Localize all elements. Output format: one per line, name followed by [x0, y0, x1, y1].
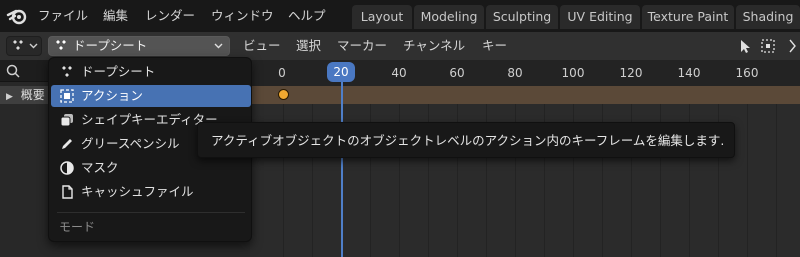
- dopesheet-icon: [56, 40, 66, 50]
- ruler-tick: 140: [677, 66, 701, 80]
- tooltip: アクティブオブジェクトのオブジェクトレベルのアクション内のキーフレームを編集しま…: [197, 122, 735, 158]
- ruler-tick: 80: [507, 66, 523, 80]
- grid-line: [515, 86, 516, 257]
- lasso-select-icon[interactable]: [782, 38, 798, 54]
- tab-layout[interactable]: Layout: [352, 5, 412, 29]
- summary-label: 概要: [20, 88, 45, 102]
- action-icon: [60, 89, 74, 103]
- grid-line: [544, 86, 545, 257]
- keyframe-marker[interactable]: [278, 89, 289, 100]
- shapekey-icon: [60, 114, 73, 127]
- channel-search-field[interactable]: [0, 60, 50, 82]
- dropdown-item-dopesheet[interactable]: ドープシート: [51, 61, 251, 83]
- dopesheet-icon: [62, 66, 72, 77]
- grid-line: [399, 86, 400, 257]
- dropdown-item-label: アクション: [81, 88, 143, 103]
- summary-track: [250, 86, 800, 104]
- grid-line: [283, 86, 284, 257]
- tab-texture-paint[interactable]: Texture Paint: [642, 5, 734, 29]
- top-bar: ファイル 編集 レンダー ウィンドウ ヘルプ Layout Modeling S…: [0, 0, 800, 32]
- tab-shading[interactable]: Shading: [736, 5, 800, 29]
- current-frame-badge[interactable]: 20: [327, 62, 355, 82]
- menu-help[interactable]: ヘルプ: [288, 0, 326, 32]
- mask-icon: [60, 161, 74, 175]
- select-cursor-icon[interactable]: [737, 38, 753, 54]
- grid-line: [428, 86, 429, 257]
- menu-file[interactable]: ファイル: [38, 0, 88, 32]
- ruler-tick: 160: [735, 66, 759, 80]
- tab-sculpting[interactable]: Sculpting: [486, 5, 558, 29]
- menu-render[interactable]: レンダー: [145, 0, 195, 32]
- grid-line: [776, 86, 777, 257]
- ruler-tick: 40: [391, 66, 407, 80]
- grid-line: [631, 86, 632, 257]
- file-icon: [62, 185, 73, 199]
- summary-channel[interactable]: ▶ 概要: [0, 86, 50, 104]
- menu-key[interactable]: キー: [482, 32, 507, 60]
- editor-type-button[interactable]: [6, 36, 42, 56]
- grid-line: [689, 86, 690, 257]
- grid-line: [602, 86, 603, 257]
- mode-select[interactable]: ドープシート: [48, 36, 230, 56]
- ruler-tick: 100: [561, 66, 585, 80]
- menu-marker[interactable]: マーカー: [337, 32, 387, 60]
- mode-select-label: ドープシート: [73, 38, 148, 53]
- grid-line: [573, 86, 574, 257]
- dropdown-item-label: ドープシート: [81, 64, 156, 79]
- menu-select[interactable]: 選択: [296, 32, 321, 60]
- dropdown-item-label: グリースペンシル: [81, 136, 180, 151]
- grid-line: [747, 86, 748, 257]
- grid-line: [660, 86, 661, 257]
- chevron-down-icon: [214, 43, 223, 49]
- dropdown-title: モード: [59, 220, 96, 234]
- grid-line: [370, 86, 371, 257]
- menu-view[interactable]: ビュー: [243, 32, 281, 60]
- dropdown-item-label: キャッシュファイル: [81, 184, 194, 199]
- dropdown-item-mask[interactable]: マスク: [51, 157, 251, 179]
- playhead[interactable]: [341, 72, 343, 257]
- dropdown-item-cache-file[interactable]: キャッシュファイル: [51, 181, 251, 203]
- expand-triangle-icon[interactable]: ▶: [6, 92, 13, 102]
- tab-uv-editing[interactable]: UV Editing: [560, 5, 640, 29]
- ruler-tick: 0: [278, 66, 286, 80]
- dopesheet-icon: [13, 40, 23, 50]
- dropdown-item-label: マスク: [81, 160, 119, 175]
- menu-window[interactable]: ウィンドウ: [211, 0, 274, 32]
- dropdown-item-action[interactable]: アクション: [51, 85, 251, 107]
- pencil-icon: [62, 139, 72, 149]
- ruler-tick: 60: [449, 66, 465, 80]
- grid-line: [457, 86, 458, 257]
- grid-line: [486, 86, 487, 257]
- chevron-down-icon: [29, 43, 38, 49]
- menu-edit[interactable]: 編集: [103, 0, 128, 32]
- grid-line: [718, 86, 719, 257]
- editor-header: ドープシート ビュー 選択 マーカー チャンネル キー: [0, 32, 800, 60]
- menu-channel[interactable]: チャンネル: [403, 32, 465, 60]
- grid-line: [312, 86, 313, 257]
- blender-logo-icon[interactable]: [6, 6, 28, 26]
- dropdown-separator: [57, 212, 245, 213]
- ruler-tick: 120: [619, 66, 643, 80]
- tab-modeling[interactable]: Modeling: [414, 5, 484, 29]
- box-select-icon[interactable]: [760, 38, 776, 54]
- search-icon: [6, 64, 20, 78]
